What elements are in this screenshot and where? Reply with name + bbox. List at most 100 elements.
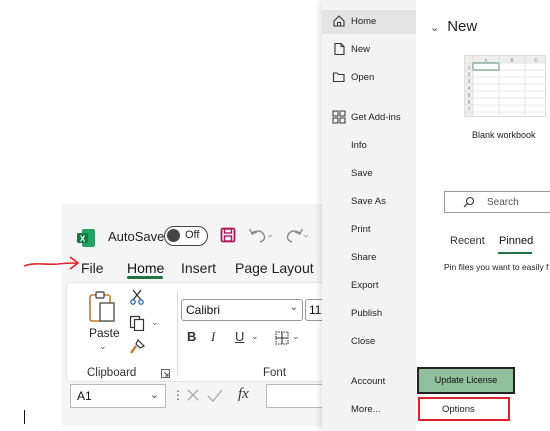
font-family-value: Calibri: [186, 303, 221, 317]
nav-label-new: New: [351, 44, 371, 55]
nav-label-account: Account: [351, 376, 386, 387]
cut-icon[interactable]: [129, 289, 145, 305]
italic-button[interactable]: I: [211, 329, 215, 345]
folder-icon: [332, 72, 345, 83]
bold-button[interactable]: B: [187, 329, 196, 344]
search-input[interactable]: Search: [444, 191, 550, 213]
nav-label-save-as: Save As: [351, 196, 386, 207]
underline-button[interactable]: U: [235, 329, 244, 344]
redo-icon[interactable]: [284, 227, 310, 243]
add-ins-grid-icon: [332, 110, 346, 124]
search-placeholder: Search: [487, 197, 519, 208]
clipboard-launcher-icon[interactable]: [161, 369, 170, 378]
font-size-value: 11: [309, 303, 322, 317]
active-tab-indicator: [127, 276, 163, 279]
nav-label-publish: Publish: [351, 308, 383, 319]
nav-item-info[interactable]: Info: [322, 134, 416, 158]
backstage-nav: Home New Open Get Add-ins Info Save Save…: [322, 0, 416, 431]
nav-label-export: Export: [351, 280, 379, 291]
nav-item-save-as[interactable]: Save As: [322, 190, 416, 214]
underline-chevron-icon[interactable]: ⌄: [251, 331, 259, 342]
nav-label-get-add-ins: Get Add-ins: [351, 112, 401, 123]
nav-item-publish[interactable]: Publish: [322, 302, 416, 326]
autosave-label: AutoSave: [108, 229, 165, 244]
formula-controls-icon: [187, 389, 223, 402]
pinned-empty-message: Pin files you want to easily f: [444, 262, 549, 272]
pinned-tab-indicator: [498, 252, 532, 254]
tab-pinned[interactable]: Pinned: [499, 235, 533, 247]
nav-label-info: Info: [351, 140, 367, 151]
nav-label-open: Open: [351, 72, 375, 83]
nav-item-save[interactable]: Save: [322, 162, 416, 186]
screenshot-stage: X AutoSave Off File Home Insert Page Lay…: [0, 0, 550, 431]
font-group-label: Font: [263, 367, 287, 379]
save-icon[interactable]: [220, 227, 236, 243]
blank-workbook-thumbnail[interactable]: A B C 1 2 3 4 5 6 7: [464, 55, 546, 117]
autosave-toggle[interactable]: Off: [164, 226, 208, 246]
backstage-view: Home New Open Get Add-ins Info Save Save…: [322, 0, 550, 431]
excel-logo-icon: X: [77, 229, 95, 247]
paste-label[interactable]: Paste: [89, 326, 120, 340]
new-file-icon: [334, 42, 345, 56]
nav-item-new[interactable]: New: [322, 38, 416, 62]
text-cursor-mark: [24, 410, 25, 424]
title-bar: X AutoSave Off: [62, 212, 324, 247]
red-arrow-annotation-icon: [23, 256, 80, 270]
font-family-select[interactable]: Calibri ⌄: [181, 299, 303, 321]
paste-dropdown-chevron-icon[interactable]: ⌄: [99, 341, 107, 352]
update-license-button[interactable]: Update License: [417, 367, 515, 394]
autosave-state: Off: [185, 229, 200, 241]
new-heading-text: New: [447, 18, 478, 35]
name-box[interactable]: A1 ⌄: [70, 384, 166, 408]
nav-label-more: More...: [351, 404, 381, 415]
tab-page-layout[interactable]: Page Layout: [235, 260, 314, 276]
more-options-icon[interactable]: ⋮: [172, 388, 184, 402]
formula-bar: A1 ⌄ ⋮ fx: [66, 384, 328, 410]
spreadsheet-grid-icon: A B C 1 2 3 4 5 6 7: [465, 56, 545, 116]
tab-home[interactable]: Home: [127, 260, 164, 276]
excel-ribbon: X AutoSave Off File Home Insert Page Lay…: [62, 204, 335, 426]
insert-function-button[interactable]: fx: [238, 386, 249, 403]
clipboard-group-label: Clipboard: [87, 367, 137, 379]
font-family-chevron-icon: ⌄: [289, 302, 298, 313]
thumb-col-b: B: [510, 58, 513, 63]
ribbon-body: Paste ⌄ ⌄ Clipboard Calibri ⌄ 11 B I U ⌄…: [66, 282, 335, 382]
nav-label-share: Share: [351, 252, 377, 263]
nav-label-save: Save: [351, 168, 373, 179]
copy-icon[interactable]: [129, 315, 145, 331]
nav-label-close: Close: [351, 336, 376, 347]
nav-label-home: Home: [351, 16, 377, 27]
nav-label-print: Print: [351, 224, 371, 235]
borders-icon[interactable]: [275, 331, 289, 345]
options-button[interactable]: Options: [418, 397, 510, 421]
tab-insert[interactable]: Insert: [181, 260, 216, 276]
nav-item-close[interactable]: Close: [322, 330, 416, 354]
format-painter-icon[interactable]: [129, 339, 145, 355]
thumb-col-a: A: [484, 58, 487, 63]
toggle-knob: [167, 229, 180, 242]
nav-item-share[interactable]: Share: [322, 246, 416, 270]
undo-icon[interactable]: [248, 227, 274, 243]
nav-item-print[interactable]: Print: [322, 218, 416, 242]
nav-item-export[interactable]: Export: [322, 274, 416, 298]
tab-file[interactable]: File: [81, 260, 104, 276]
nav-item-get-add-ins[interactable]: Get Add-ins: [322, 106, 416, 130]
name-box-value: A1: [77, 389, 92, 403]
nav-item-home[interactable]: Home: [322, 10, 416, 34]
search-icon: [463, 196, 475, 208]
nav-item-open[interactable]: Open: [322, 66, 416, 90]
formula-input[interactable]: [266, 384, 328, 408]
blank-workbook-label: Blank workbook: [472, 130, 536, 140]
borders-chevron-icon[interactable]: ⌄: [292, 331, 300, 342]
tab-recent[interactable]: Recent: [450, 235, 485, 247]
name-box-chevron-icon: ⌄: [149, 389, 159, 401]
home-icon: [333, 15, 345, 27]
nav-item-account[interactable]: Account: [322, 370, 416, 394]
new-section-heading[interactable]: ⌄ New: [430, 18, 477, 35]
copy-dropdown-chevron-icon[interactable]: ⌄: [151, 317, 159, 328]
svg-text:X: X: [80, 235, 86, 244]
collapse-chevron-icon: ⌄: [430, 22, 440, 34]
paste-icon[interactable]: [87, 289, 117, 323]
nav-item-more[interactable]: More...: [322, 398, 416, 422]
ribbon-tabs: File Home Insert Page Layout: [62, 256, 324, 280]
